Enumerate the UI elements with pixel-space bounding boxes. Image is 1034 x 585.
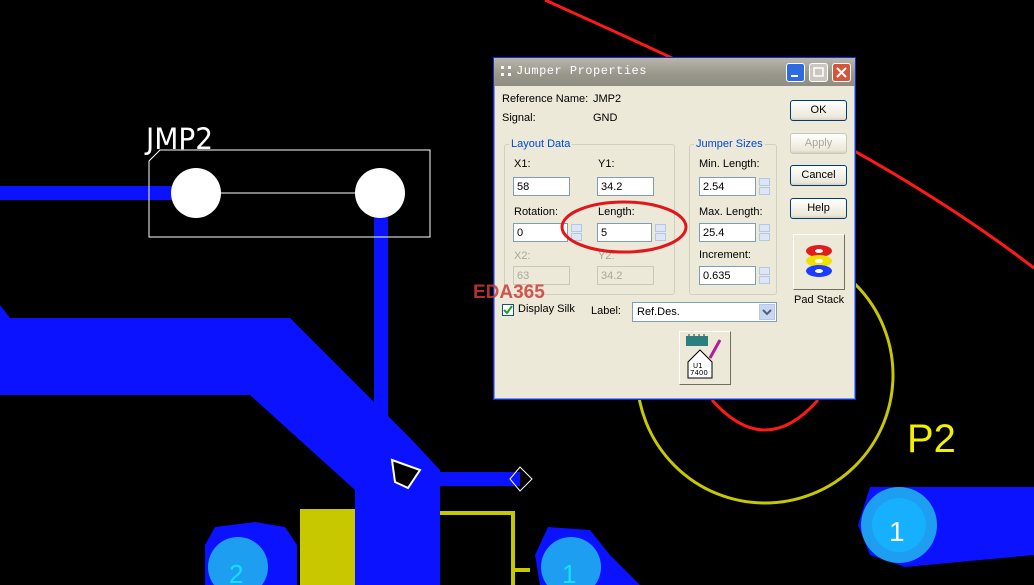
jumper-pad-2[interactable] <box>355 168 405 218</box>
x1-label: X1: <box>514 158 531 170</box>
dialog-app-icon <box>501 66 511 76</box>
ok-button[interactable]: OK <box>790 100 847 121</box>
chip-icon-text-2: 7400 <box>690 369 708 377</box>
pad-stack-button[interactable] <box>793 234 845 290</box>
connector-label: P2 <box>907 417 956 461</box>
pin-number-1b: 1 <box>562 559 576 585</box>
display-silk-checkbox[interactable] <box>502 304 514 316</box>
help-button[interactable]: Help <box>790 198 847 219</box>
label-select[interactable]: Ref.Des. <box>632 302 777 322</box>
spin-down-icon[interactable] <box>759 233 770 241</box>
component-label: JMP2 <box>144 121 213 156</box>
y1-label: Y1: <box>598 158 615 170</box>
layout-data-title: Layout Data <box>509 138 573 150</box>
min-length-spinner[interactable] <box>759 178 770 195</box>
maximize-icon <box>813 67 824 77</box>
ratsnest-arc <box>710 399 820 432</box>
component-button[interactable]: U1 7400 <box>679 331 731 385</box>
reference-name-label: Reference Name: <box>502 93 589 105</box>
apply-button[interactable]: Apply <box>790 133 847 154</box>
x1-field[interactable] <box>513 177 570 196</box>
max-length-spinner[interactable] <box>759 224 770 241</box>
display-silk-label[interactable]: Display Silk <box>518 303 575 315</box>
dialog-title: Jumper Properties <box>516 64 647 78</box>
silk-component <box>300 509 355 585</box>
pin-number-2: 2 <box>229 559 243 585</box>
dialog-titlebar[interactable]: Jumper Properties <box>494 58 855 86</box>
max-length-label: Max. Length: <box>699 206 763 218</box>
reference-name-value: JMP2 <box>593 93 622 105</box>
increment-label: Increment: <box>699 249 751 261</box>
chevron-down-icon[interactable] <box>759 304 775 320</box>
y2-field <box>597 266 654 285</box>
close-button[interactable] <box>832 63 851 82</box>
signal-label: Signal: <box>502 112 536 124</box>
minimize-button[interactable] <box>786 63 805 82</box>
spin-up-icon[interactable] <box>759 224 770 232</box>
maximize-button[interactable] <box>809 63 828 82</box>
y1-field[interactable] <box>597 177 654 196</box>
watermark: EDA365 <box>473 282 545 303</box>
pin-number-1: 1 <box>889 516 905 547</box>
x2-label: X2: <box>514 250 531 262</box>
rotation-label: Rotation: <box>514 206 559 218</box>
spin-up-icon[interactable] <box>759 178 770 186</box>
max-length-field[interactable] <box>699 223 756 242</box>
cancel-button[interactable]: Cancel <box>790 165 847 186</box>
trace-horizontal <box>420 472 520 486</box>
label-select-value: Ref.Des. <box>637 306 680 318</box>
silk-outline <box>440 511 530 585</box>
spin-up-icon[interactable] <box>759 267 770 275</box>
minimize-icon <box>791 75 798 77</box>
spin-down-icon[interactable] <box>759 276 770 284</box>
increment-spinner[interactable] <box>759 267 770 284</box>
chip-icon: U1 7400 <box>686 334 722 379</box>
label-caption: Label: <box>591 305 621 317</box>
pad-stack-icon <box>806 245 832 277</box>
jumper-sizes-title: Jumper Sizes <box>694 138 765 150</box>
close-icon <box>836 67 847 78</box>
min-length-field[interactable] <box>699 177 756 196</box>
spin-down-icon[interactable] <box>759 187 770 195</box>
jumper-pad-1[interactable] <box>171 168 221 218</box>
min-length-label: Min. Length: <box>699 158 760 170</box>
checkmark-icon <box>503 305 513 315</box>
pad-stack-label: Pad Stack <box>794 294 845 306</box>
signal-value: GND <box>593 112 618 124</box>
increment-field[interactable] <box>699 266 756 285</box>
highlight-ellipse <box>560 200 688 254</box>
